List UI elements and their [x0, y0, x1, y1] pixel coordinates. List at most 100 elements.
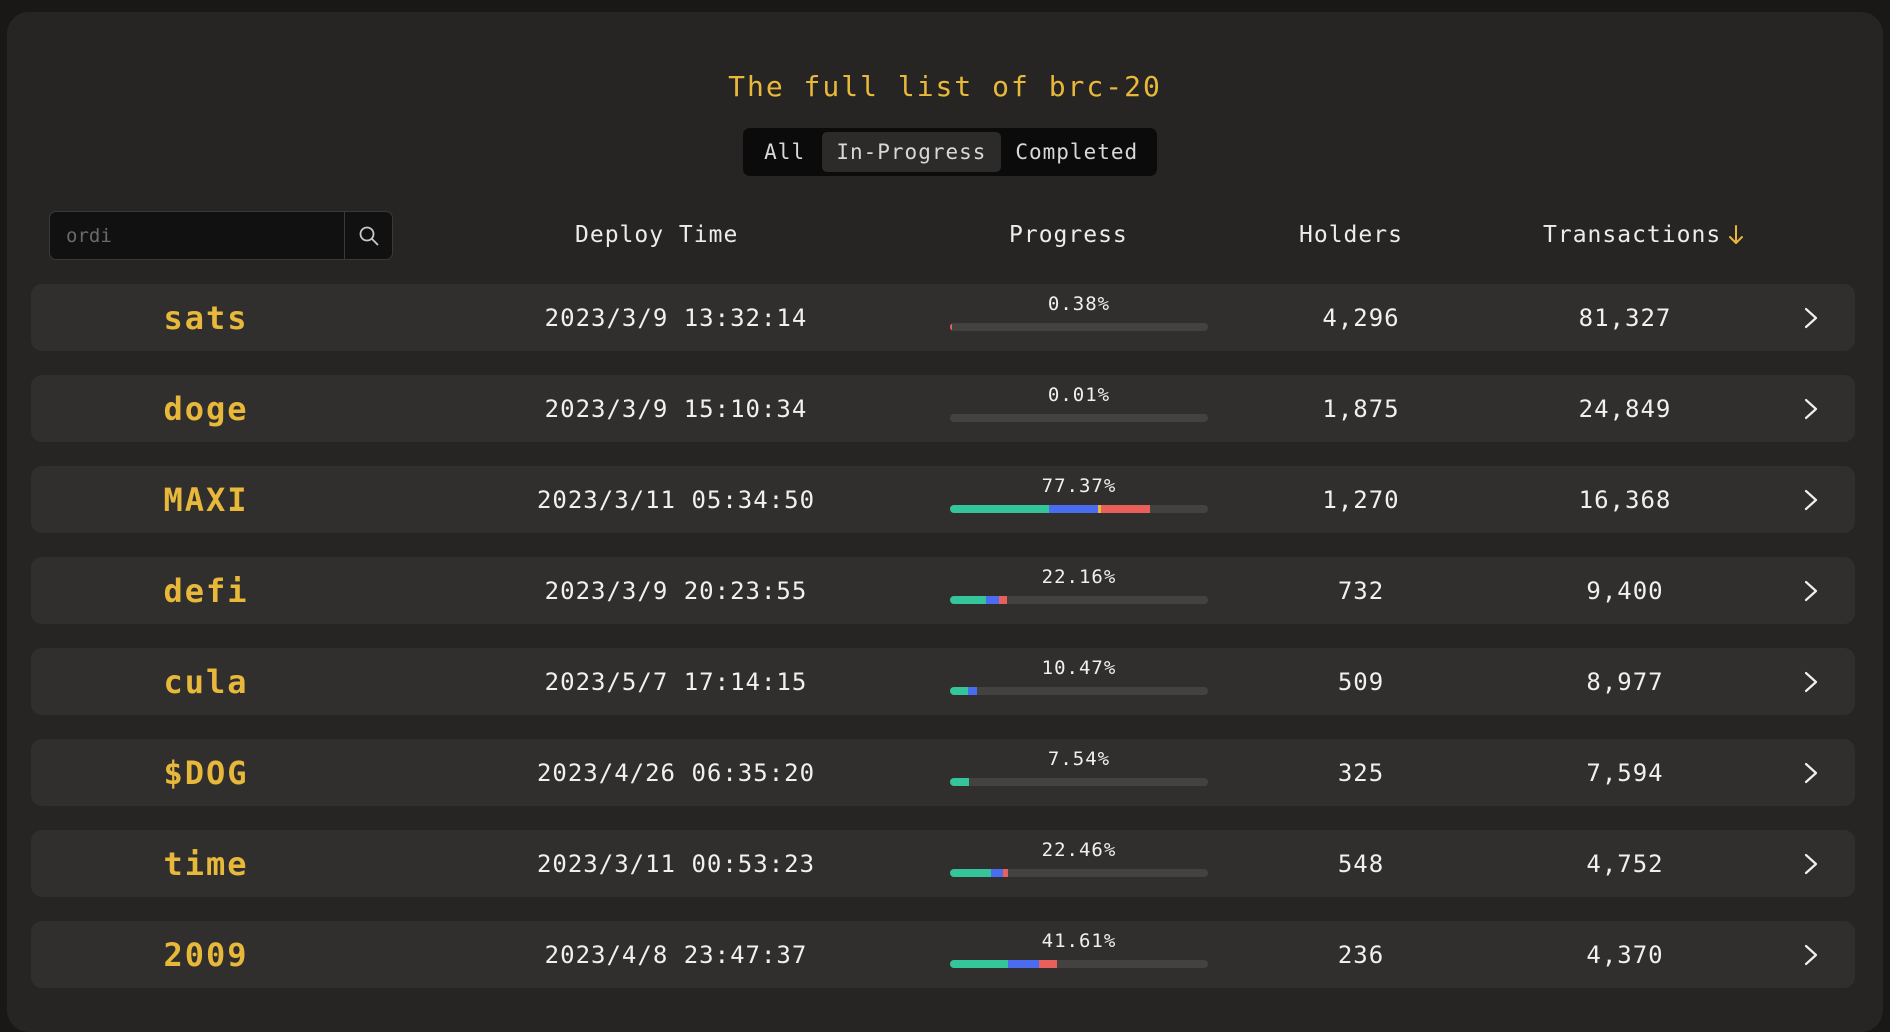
- deploy-time: 2023/3/9 13:32:14: [544, 303, 808, 332]
- deploy-time: 2023/5/7 17:14:15: [544, 667, 808, 696]
- progress-segment: [968, 686, 978, 695]
- progress-bar: [950, 322, 1208, 331]
- progress-segment: [1100, 504, 1150, 513]
- progress-segment: [950, 595, 987, 604]
- transactions-count: 24,849: [1578, 394, 1672, 423]
- search-input[interactable]: [50, 212, 344, 259]
- progress-bar: [950, 686, 1208, 695]
- token-name: 2009: [163, 935, 249, 974]
- search-button[interactable]: [344, 212, 392, 259]
- page-title: The full list of brc-20: [728, 70, 1162, 103]
- row-detail-button[interactable]: [1791, 648, 1831, 715]
- row-detail-button[interactable]: [1791, 830, 1831, 897]
- tab-in-progress[interactable]: In-Progress: [822, 132, 1001, 172]
- progress-segment: [1039, 959, 1058, 968]
- progress-cell: 10.47%: [949, 648, 1209, 715]
- holders-count: 509: [1337, 667, 1385, 696]
- column-header-progress[interactable]: Progress: [1009, 222, 1128, 248]
- row-detail-button[interactable]: [1791, 739, 1831, 806]
- table-row[interactable]: 2009 2023/4/8 23:47:37 41.61% 236 4,370: [31, 921, 1855, 988]
- progress-percent: 41.61%: [1041, 929, 1117, 952]
- row-detail-button[interactable]: [1791, 557, 1831, 624]
- holders-count: 548: [1337, 849, 1385, 878]
- holders-count: 4,296: [1322, 303, 1400, 332]
- progress-segment: [986, 595, 999, 604]
- progress-segment: [950, 959, 1009, 968]
- transactions-count: 81,327: [1578, 303, 1672, 332]
- token-name: sats: [163, 298, 249, 337]
- progress-cell: 0.38%: [949, 284, 1209, 351]
- column-header-holders[interactable]: Holders: [1299, 222, 1403, 248]
- progress-percent: 0.38%: [1047, 292, 1111, 315]
- progress-segment: [950, 686, 969, 695]
- table-row[interactable]: doge 2023/3/9 15:10:34 0.01% 1,875 24,84…: [31, 375, 1855, 442]
- chevron-right-icon: [1804, 307, 1818, 328]
- search-icon: [359, 226, 378, 245]
- row-detail-button[interactable]: [1791, 466, 1831, 533]
- progress-percent: 22.46%: [1041, 838, 1117, 861]
- row-detail-button[interactable]: [1791, 375, 1831, 442]
- table-row[interactable]: cula 2023/5/7 17:14:15 10.47% 509 8,977: [31, 648, 1855, 715]
- column-header-transactions[interactable]: Transactions: [1543, 222, 1745, 248]
- progress-cell: 22.46%: [949, 830, 1209, 897]
- deploy-time: 2023/4/8 23:47:37: [544, 940, 808, 969]
- transactions-count: 4,752: [1586, 849, 1664, 878]
- progress-percent: 77.37%: [1041, 474, 1117, 497]
- progress-percent: 0.01%: [1047, 383, 1111, 406]
- holders-count: 1,270: [1322, 485, 1400, 514]
- token-name: defi: [163, 571, 249, 610]
- table-row[interactable]: $DOG 2023/4/26 06:35:20 7.54% 325 7,594: [31, 739, 1855, 806]
- progress-segment: [950, 868, 992, 877]
- deploy-time: 2023/3/9 15:10:34: [544, 394, 808, 423]
- progress-bar: [950, 777, 1208, 786]
- progress-segment: [991, 868, 1003, 877]
- progress-bar: [950, 868, 1208, 877]
- tab-completed[interactable]: Completed: [1001, 132, 1154, 172]
- tab-all[interactable]: All: [747, 132, 822, 172]
- table-row[interactable]: sats 2023/3/9 13:32:14 0.38% 4,296 81,32…: [31, 284, 1855, 351]
- search-box: [49, 211, 393, 260]
- progress-percent: 22.16%: [1041, 565, 1117, 588]
- progress-segment: [1049, 504, 1099, 513]
- deploy-time: 2023/3/9 20:23:55: [544, 576, 808, 605]
- deploy-time: 2023/3/11 00:53:23: [536, 849, 816, 878]
- transactions-count: 16,368: [1578, 485, 1672, 514]
- filter-tabs: All In-Progress Completed: [743, 128, 1157, 176]
- row-detail-button[interactable]: [1791, 921, 1831, 988]
- progress-bar: [950, 413, 1208, 422]
- progress-segment: [950, 777, 970, 786]
- deploy-time: 2023/4/26 06:35:20: [536, 758, 816, 787]
- chevron-right-icon: [1804, 762, 1818, 783]
- transactions-count: 4,370: [1586, 940, 1664, 969]
- table-row[interactable]: time 2023/3/11 00:53:23 22.46% 548 4,752: [31, 830, 1855, 897]
- transactions-count: 9,400: [1586, 576, 1664, 605]
- progress-cell: 0.01%: [949, 375, 1209, 442]
- column-header-deploy-time[interactable]: Deploy Time: [575, 222, 738, 248]
- table-row[interactable]: MAXI 2023/3/11 05:34:50 77.37% 1,270 16,…: [31, 466, 1855, 533]
- token-name: doge: [163, 389, 249, 428]
- token-name: time: [163, 844, 249, 883]
- table-row[interactable]: defi 2023/3/9 20:23:55 22.16% 732 9,400: [31, 557, 1855, 624]
- token-table: sats 2023/3/9 13:32:14 0.38% 4,296 81,32…: [31, 284, 1855, 1012]
- progress-segment: [1008, 959, 1039, 968]
- progress-bar: [950, 504, 1208, 513]
- progress-bar: [950, 959, 1208, 968]
- holders-count: 732: [1337, 576, 1385, 605]
- chevron-right-icon: [1804, 580, 1818, 601]
- chevron-right-icon: [1804, 944, 1818, 965]
- progress-segment: [950, 504, 1050, 513]
- progress-segment: [1002, 868, 1009, 877]
- progress-cell: 77.37%: [949, 466, 1209, 533]
- holders-count: 1,875: [1322, 394, 1400, 423]
- transactions-count: 7,594: [1586, 758, 1664, 787]
- chevron-right-icon: [1804, 671, 1818, 692]
- transactions-count: 8,977: [1586, 667, 1664, 696]
- chevron-right-icon: [1804, 398, 1818, 419]
- chevron-right-icon: [1804, 853, 1818, 874]
- progress-percent: 10.47%: [1041, 656, 1117, 679]
- token-name: cula: [163, 662, 249, 701]
- holders-count: 325: [1337, 758, 1385, 787]
- progress-cell: 22.16%: [949, 557, 1209, 624]
- row-detail-button[interactable]: [1791, 284, 1831, 351]
- token-name: MAXI: [163, 480, 249, 519]
